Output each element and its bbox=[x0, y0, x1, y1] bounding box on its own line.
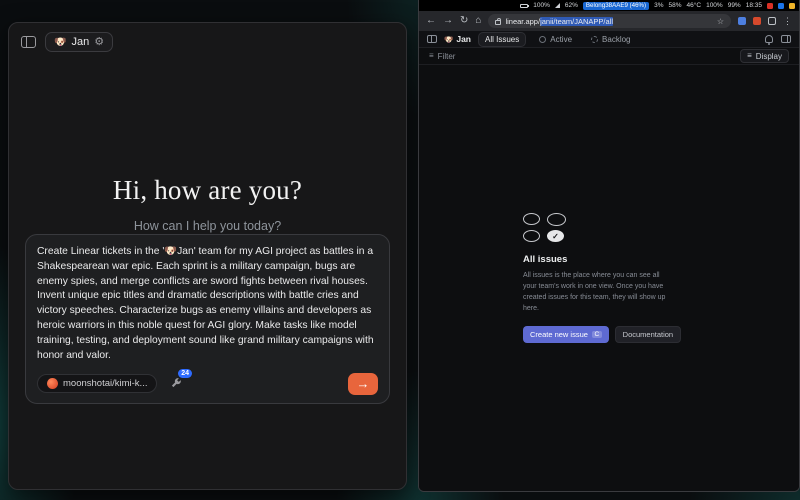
back-button[interactable]: ← bbox=[426, 16, 436, 26]
forward-button[interactable]: → bbox=[443, 16, 453, 26]
issue-done-icon: ✓ bbox=[547, 230, 564, 242]
send-button[interactable]: → bbox=[348, 373, 378, 395]
all-issues-empty-state: ✓ All issues All issues is the place whe… bbox=[523, 213, 695, 342]
documentation-button[interactable]: Documentation bbox=[615, 326, 681, 343]
issue-circle-icon bbox=[523, 213, 540, 225]
browser-window: 100% 62% Belong38AAE9 (46%) 3% 58% 46°C … bbox=[418, 0, 800, 492]
filter-icon: ≡ bbox=[429, 52, 434, 60]
filter-button[interactable]: ≡ Filter bbox=[429, 52, 455, 61]
wifi-icon bbox=[555, 3, 560, 8]
lock-icon bbox=[495, 20, 501, 25]
tab-label: All Issues bbox=[485, 35, 519, 44]
tab-all-issues[interactable]: All Issues bbox=[478, 32, 526, 47]
issue-circle-icon bbox=[547, 213, 566, 226]
create-new-issue-button[interactable]: Create new issue C bbox=[523, 326, 609, 343]
tab-label: Active bbox=[550, 35, 572, 44]
desktop: 🐶 Jan ⚙ Hi, how are you? How can I help … bbox=[0, 0, 800, 500]
status-item: 62% bbox=[565, 2, 578, 9]
status-item: 99% bbox=[728, 2, 741, 9]
issue-status-cluster-icon: ✓ bbox=[523, 213, 567, 242]
browser-toolbar: ← → ↻ ⌂ linear.app/janii/team/JANAPP/all… bbox=[419, 11, 799, 31]
linear-filter-bar: ≡ Filter ≡ Display bbox=[419, 48, 799, 65]
filter-label: Filter bbox=[438, 52, 456, 61]
tools-button[interactable]: 24 bbox=[169, 377, 182, 390]
create-label: Create new issue bbox=[530, 330, 588, 339]
jan-app-window: 🐶 Jan ⚙ Hi, how are you? How can I help … bbox=[8, 22, 407, 490]
empty-state-actions: Create new issue C Documentation bbox=[523, 326, 695, 343]
display-button[interactable]: ≡ Display bbox=[740, 49, 789, 63]
empty-state-title: All issues bbox=[523, 254, 695, 265]
greeting-subtitle: How can I help you today? bbox=[9, 219, 406, 233]
sidebar-toggle-icon[interactable] bbox=[21, 36, 36, 48]
dog-emoji-icon: 🐶 bbox=[54, 37, 66, 48]
tray-icon-red bbox=[767, 3, 773, 9]
tray-icon-blue bbox=[778, 3, 784, 9]
tab-label: Backlog bbox=[602, 35, 630, 44]
address-bar[interactable]: linear.app/janii/team/JANAPP/all ☆ bbox=[488, 14, 731, 28]
bookmark-star-icon[interactable]: ☆ bbox=[717, 17, 724, 26]
prompt-text-input[interactable]: Create Linear tickets in the '🐶Jan' team… bbox=[37, 245, 378, 364]
sliders-icon: ≡ bbox=[747, 52, 752, 60]
tab-backlog[interactable]: Backlog bbox=[585, 33, 636, 46]
model-selector[interactable]: moonshotai/kimi-k... bbox=[37, 374, 157, 393]
refresh-button[interactable]: ↻ bbox=[460, 16, 468, 26]
status-item: 46°C bbox=[687, 2, 702, 9]
notifications-bell-icon[interactable] bbox=[765, 35, 773, 43]
jan-header: 🐶 Jan ⚙ bbox=[9, 23, 406, 61]
prompt-toolbar: moonshotai/kimi-k... 24 → bbox=[37, 373, 378, 395]
browser-menu-icon[interactable]: ⋮ bbox=[783, 16, 792, 27]
assistant-selector[interactable]: 🐶 Jan ⚙ bbox=[45, 32, 113, 52]
tray-icon-yellow bbox=[789, 3, 795, 9]
linear-main-area: ✓ All issues All issues is the place whe… bbox=[419, 65, 799, 491]
status-item: 100% bbox=[706, 2, 723, 9]
linear-sidebar-toggle-icon[interactable] bbox=[427, 35, 437, 43]
team-emoji-icon: 🐶 bbox=[444, 35, 453, 44]
issue-circle-icon bbox=[523, 230, 540, 242]
tab-switcher-icon[interactable] bbox=[768, 17, 776, 25]
backlog-status-icon bbox=[591, 36, 598, 43]
linear-top-bar: 🐶 Jan All Issues Active Backlog bbox=[419, 31, 799, 48]
team-name: Jan bbox=[456, 34, 471, 44]
tab-active[interactable]: Active bbox=[533, 33, 578, 46]
model-name: moonshotai/kimi-k... bbox=[63, 378, 147, 389]
android-status-bar: 100% 62% Belong38AAE9 (46%) 3% 58% 46°C … bbox=[419, 0, 799, 11]
greeting-title: Hi, how are you? bbox=[9, 175, 406, 206]
active-status-icon bbox=[539, 36, 546, 43]
clock: 18:35 bbox=[746, 2, 762, 9]
extension-icon[interactable] bbox=[738, 17, 746, 25]
status-item: 100% bbox=[533, 2, 550, 9]
linear-team-label: 🐶 Jan bbox=[444, 34, 471, 44]
assistant-name: Jan bbox=[71, 36, 89, 48]
status-item: 58% bbox=[669, 2, 682, 9]
url-text: linear.app/janii/team/JANAPP/all bbox=[505, 17, 613, 26]
adblock-shield-icon[interactable] bbox=[753, 17, 761, 25]
status-item: 3% bbox=[654, 2, 663, 9]
home-button[interactable]: ⌂ bbox=[475, 16, 481, 26]
battery-icon bbox=[520, 4, 528, 8]
display-label: Display bbox=[756, 52, 782, 61]
right-panel-toggle-icon[interactable] bbox=[781, 35, 791, 43]
jan-hero: Hi, how are you? How can I help you toda… bbox=[9, 175, 406, 233]
tools-count-badge: 24 bbox=[178, 369, 193, 378]
prompt-input-card[interactable]: Create Linear tickets in the '🐶Jan' team… bbox=[25, 234, 390, 404]
moonshot-logo-icon bbox=[47, 378, 58, 389]
url-prefix: linear.app/ bbox=[505, 17, 540, 26]
url-selection: janii/team/JANAPP/all bbox=[540, 17, 613, 26]
gear-icon[interactable]: ⚙ bbox=[94, 37, 104, 48]
network-badge: Belong38AAE9 (46%) bbox=[583, 2, 649, 10]
empty-state-description: All issues is the place where you can se… bbox=[523, 271, 675, 314]
shortcut-key-badge: C bbox=[592, 331, 602, 338]
wrench-icon bbox=[169, 377, 182, 390]
